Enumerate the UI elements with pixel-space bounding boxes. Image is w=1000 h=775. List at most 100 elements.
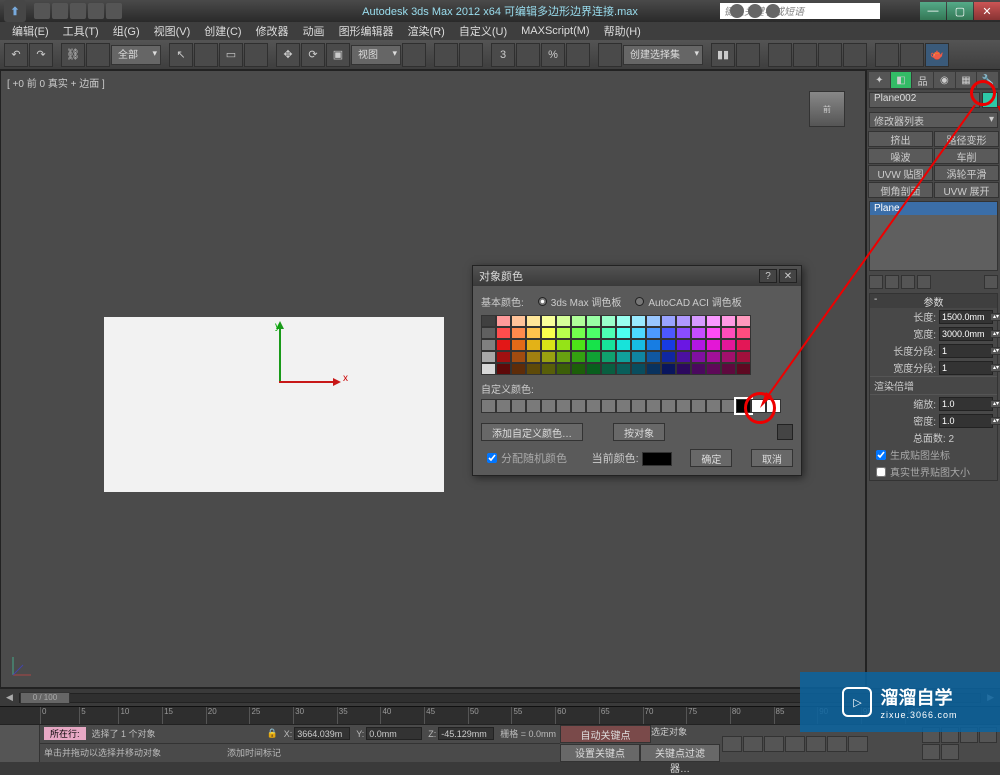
color-swatch[interactable] [691, 363, 706, 375]
color-swatch[interactable] [676, 315, 691, 327]
add-time-tag[interactable]: 添加时间标记 [227, 746, 281, 759]
custom-swatch[interactable] [646, 399, 661, 413]
select-rect-icon[interactable]: ▭ [219, 43, 243, 67]
color-swatch[interactable] [481, 315, 496, 327]
modifier-list-combo[interactable]: 修改器列表 [869, 112, 998, 128]
menu-edit[interactable]: 编辑(E) [6, 23, 55, 39]
color-swatch[interactable] [646, 351, 661, 363]
color-swatch[interactable] [541, 363, 556, 375]
color-swatch[interactable] [706, 315, 721, 327]
color-swatch[interactable] [526, 315, 541, 327]
goto-end-icon[interactable] [806, 736, 826, 752]
color-swatch[interactable] [556, 327, 571, 339]
pin-stack-icon[interactable] [869, 275, 883, 289]
mod-turbosmooth-button[interactable]: 涡轮平滑 [934, 165, 999, 181]
next-frame-icon[interactable] [785, 736, 805, 752]
custom-swatch[interactable] [751, 399, 766, 413]
qat-save-icon[interactable] [70, 3, 86, 19]
color-swatch[interactable] [721, 327, 736, 339]
align-icon[interactable] [736, 43, 760, 67]
custom-swatch[interactable] [766, 399, 781, 413]
pivot-icon[interactable] [402, 43, 426, 67]
color-swatch[interactable] [586, 327, 601, 339]
custom-swatch[interactable] [526, 399, 541, 413]
color-swatch[interactable] [676, 339, 691, 351]
qat-open-icon[interactable] [52, 3, 68, 19]
z-coord-input[interactable] [438, 727, 494, 740]
undo-icon[interactable]: ↶ [4, 43, 28, 67]
custom-swatch[interactable] [721, 399, 736, 413]
color-swatch[interactable] [586, 315, 601, 327]
wsegs-spinner[interactable]: 1 [939, 361, 993, 375]
length-spinner[interactable]: 1500.0mm [939, 310, 993, 324]
assign-random-checkbox[interactable] [487, 453, 497, 463]
menu-create[interactable]: 创建(C) [198, 23, 247, 39]
color-swatch[interactable] [601, 327, 616, 339]
keyfilter-button[interactable]: 关键点过滤器… [640, 744, 720, 762]
color-swatch[interactable] [601, 339, 616, 351]
color-swatch[interactable] [586, 363, 601, 375]
autokey-button[interactable]: 自动关键点 [560, 725, 651, 743]
color-swatch[interactable] [721, 339, 736, 351]
density-spinner[interactable]: 1.0 [939, 414, 993, 428]
rollout-header[interactable]: 参数 [870, 294, 997, 308]
color-swatch[interactable] [691, 315, 706, 327]
custom-swatch[interactable] [556, 399, 571, 413]
key-target-combo[interactable]: 选定对象 [651, 725, 720, 744]
color-swatch[interactable] [526, 339, 541, 351]
color-swatch[interactable] [511, 327, 526, 339]
manipulate-icon[interactable] [434, 43, 458, 67]
color-swatch[interactable] [586, 339, 601, 351]
mod-extrude-button[interactable]: 挤出 [868, 131, 933, 147]
ok-button[interactable]: 确定 [690, 449, 732, 467]
create-tab-icon[interactable]: ✦ [869, 72, 890, 88]
object-name-input[interactable]: Plane002 [869, 92, 980, 108]
at-row-field[interactable]: 所在行: [44, 727, 86, 740]
color-swatch[interactable] [571, 327, 586, 339]
show-end-result-icon[interactable] [885, 275, 899, 289]
color-swatch[interactable] [631, 339, 646, 351]
color-swatch[interactable] [706, 327, 721, 339]
color-swatch[interactable] [571, 351, 586, 363]
mod-uvwunwrap-button[interactable]: UVW 展开 [934, 182, 999, 198]
selection-filter-combo[interactable]: 全部 [111, 45, 161, 65]
radio-3dsmax-palette[interactable]: 3ds Max 调色板 [538, 294, 622, 309]
named-selset-combo[interactable]: 创建选择集 [623, 45, 703, 65]
dialog-close-button[interactable]: ✕ [779, 269, 797, 283]
motion-tab-icon[interactable]: ◉ [934, 72, 955, 88]
color-swatch[interactable] [496, 327, 511, 339]
active-color-icon[interactable] [777, 424, 793, 440]
custom-swatch[interactable] [571, 399, 586, 413]
x-coord-input[interactable] [294, 727, 350, 740]
qat-redo-icon[interactable] [106, 3, 122, 19]
window-crossing-icon[interactable] [244, 43, 268, 67]
color-swatch[interactable] [616, 339, 631, 351]
color-swatch[interactable] [661, 339, 676, 351]
color-swatch[interactable] [736, 315, 751, 327]
color-swatch[interactable] [571, 363, 586, 375]
color-swatch[interactable] [556, 363, 571, 375]
rendered-frame-icon[interactable] [900, 43, 924, 67]
menu-customize[interactable]: 自定义(U) [453, 23, 513, 39]
app-icon[interactable]: ⬆ [4, 0, 26, 22]
color-swatch[interactable] [631, 327, 646, 339]
goto-start-icon[interactable] [722, 736, 742, 752]
dialog-help-button[interactable]: ? [759, 269, 777, 283]
color-swatch[interactable] [646, 327, 661, 339]
color-swatch[interactable] [646, 315, 661, 327]
color-swatch[interactable] [541, 351, 556, 363]
custom-swatch[interactable] [601, 399, 616, 413]
schematic-view-icon[interactable] [818, 43, 842, 67]
remove-modifier-icon[interactable] [917, 275, 931, 289]
color-swatch[interactable] [496, 351, 511, 363]
color-swatch[interactable] [541, 315, 556, 327]
color-swatch[interactable] [556, 351, 571, 363]
modifier-stack[interactable]: Plane [869, 201, 998, 271]
color-swatch[interactable] [511, 351, 526, 363]
color-swatch[interactable] [721, 315, 736, 327]
custom-swatch[interactable] [496, 399, 511, 413]
color-swatch[interactable] [496, 339, 511, 351]
color-swatch[interactable] [646, 363, 661, 375]
custom-swatch[interactable] [706, 399, 721, 413]
ref-coord-combo[interactable]: 视图 [351, 45, 401, 65]
